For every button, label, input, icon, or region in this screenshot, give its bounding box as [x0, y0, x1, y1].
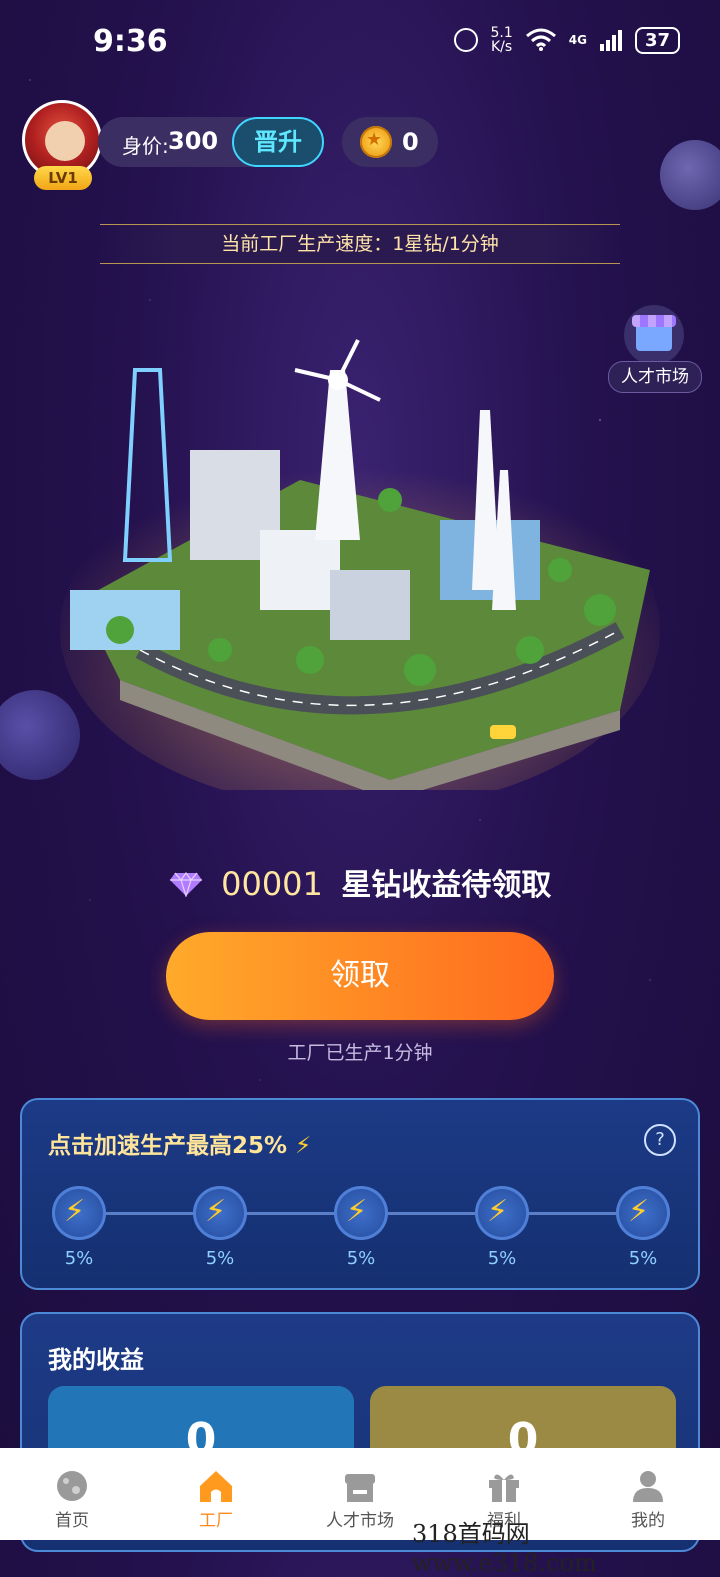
tab-label-talent-market: 人才市场 — [326, 1511, 394, 1531]
promote-button[interactable]: 晋升 — [232, 117, 324, 167]
boost-node-5[interactable]: ⚡ — [616, 1186, 670, 1240]
production-speed-banner: 当前工厂生产速度：1星钻/1分钟 — [100, 224, 620, 264]
pending-earnings-line: 00001 星钻收益待领取 — [0, 860, 720, 904]
user-icon — [633, 1471, 663, 1502]
lightning-icon: ⚡ — [205, 1194, 227, 1229]
diamond-icon — [169, 871, 202, 897]
boost-node-2[interactable]: ⚡ — [193, 1186, 247, 1240]
boost-node-1[interactable]: ⚡ — [52, 1186, 106, 1240]
lightning-icon: ⚡ — [295, 1133, 312, 1159]
profile-header: LV1 身价: 300 晋升 ★ 0 — [22, 100, 702, 190]
worth-value: 300 — [168, 127, 219, 155]
boost-percent-1: 5% — [64, 1248, 94, 1269]
battery-indicator: 37 — [634, 26, 680, 54]
watermark: 318首码网 www.e318.com — [412, 1520, 597, 1577]
boost-card: 点击加速生产最高25% ⚡ ? ⚡ 5% ⚡ 5% ⚡ 5% ⚡ 5% ⚡ 5% — [20, 1098, 700, 1290]
pending-text: 星钻收益待领取 — [341, 868, 552, 903]
network-speed-unit: K/s — [491, 39, 513, 55]
level-badge: LV1 — [34, 166, 92, 190]
coin-pill: ★ 0 — [342, 117, 438, 167]
help-icon[interactable]: ? — [644, 1124, 676, 1156]
tab-label-home: 首页 — [55, 1511, 89, 1531]
worth-label: 身价: — [122, 134, 169, 158]
factory-city-illustration[interactable] — [60, 330, 660, 790]
claim-button[interactable]: 领取 — [166, 932, 554, 1020]
boost-percent-2: 5% — [205, 1248, 235, 1269]
gift-icon — [489, 1474, 519, 1502]
coin-icon: ★ — [360, 126, 392, 158]
tab-factory[interactable]: 工厂 — [144, 1448, 288, 1540]
network-speed: 5.1 K/s — [490, 26, 512, 54]
boost-percent-3: 5% — [346, 1248, 376, 1269]
boost-title: 点击加速生产最高25% ⚡ — [48, 1133, 312, 1159]
boost-node-4[interactable]: ⚡ — [475, 1186, 529, 1240]
signal-icon — [599, 30, 622, 51]
tab-home[interactable]: 首页 — [0, 1448, 144, 1540]
lightning-icon: ⚡ — [628, 1194, 650, 1229]
status-icons: 5.1 K/s 4G 37 — [454, 26, 680, 54]
planet-icon — [57, 1471, 87, 1501]
wifi-icon — [525, 28, 556, 51]
lightning-icon: ⚡ — [64, 1194, 86, 1229]
lightning-icon: ⚡ — [487, 1194, 509, 1229]
boost-node-3[interactable]: ⚡ — [334, 1186, 388, 1240]
coin-count: 0 — [402, 128, 419, 156]
avatar-face — [45, 121, 85, 161]
hd-icon — [454, 28, 479, 52]
home-icon — [200, 1471, 232, 1502]
diamond-count: 00001 — [221, 865, 323, 903]
production-speed-text: 当前工厂生产速度：1星钻/1分钟 — [221, 233, 499, 255]
boost-percent-4: 5% — [487, 1248, 517, 1269]
lightning-icon: ⚡ — [346, 1194, 368, 1229]
clock: 9:36 — [93, 24, 168, 59]
tab-talent-market[interactable]: 人才市场 — [288, 1448, 432, 1540]
store-icon — [345, 1474, 375, 1502]
status-bar: 9:36 5.1 K/s 4G 37 — [0, 0, 720, 84]
cell-type: 4G — [568, 33, 587, 47]
boost-percent-5: 5% — [628, 1248, 658, 1269]
tab-label-factory: 工厂 — [199, 1511, 233, 1531]
produced-duration: 工厂已生产1分钟 — [287, 1042, 433, 1064]
earnings-title: 我的收益 — [48, 1346, 144, 1374]
